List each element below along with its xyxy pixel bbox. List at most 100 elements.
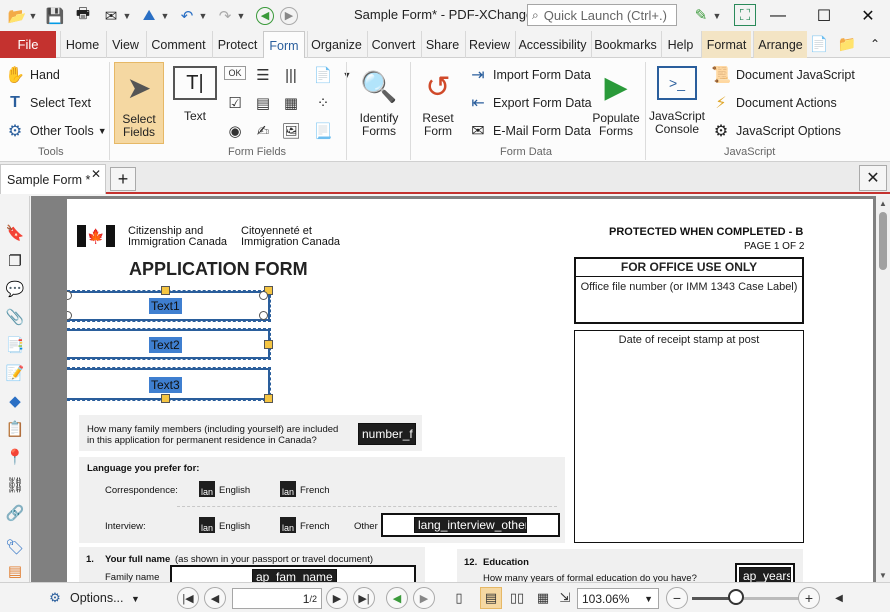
page-number-input[interactable]: 1 / 2 [232,588,322,609]
date-field-icon[interactable]: ▦ [280,92,302,114]
radio-button-icon[interactable]: ◉ [224,120,246,142]
fullscreen-icon[interactable]: ⛶ [734,4,756,26]
reset-form-button[interactable]: ↺ Reset Form [414,66,462,138]
continuous-page-icon[interactable]: ▤ [480,587,502,609]
folder-star-icon[interactable]: 📁 [836,33,858,55]
form-tools-icon[interactable]: 📄 [808,33,830,55]
tab-accessibility[interactable]: Accessibility [515,31,589,58]
links-icon[interactable]: 🔗 [4,502,26,524]
list-box-icon[interactable]: ☰ [252,64,274,86]
comments-icon[interactable]: 💬 [4,278,26,300]
tab-convert[interactable]: Convert [367,31,419,58]
text-field-2[interactable]: Text2 [67,328,271,360]
continuous-facing-icon[interactable]: ▦ [532,587,554,609]
destinations-icon[interactable]: 📍 [4,446,26,468]
previous-page-button[interactable]: ◀ [204,587,226,609]
tab-bookmarks[interactable]: Bookmarks [591,31,659,58]
button-field-icon[interactable]: OK [224,66,246,80]
family-name-field[interactable]: ap_fam_name [252,569,337,582]
fields-icon[interactable]: 📑 [4,334,26,356]
email-form-data-button[interactable]: ✉ E-Mail Form Data [467,120,591,142]
identify-forms-button[interactable]: 🔍 Identify Forms [352,66,406,138]
tab-file[interactable]: File [0,31,56,58]
tab-share[interactable]: Share [421,31,463,58]
zoom-slider-knob[interactable] [728,589,744,605]
other-tools-button[interactable]: ⚙ Other Tools ▼ [4,120,107,142]
forward-icon[interactable]: ▶ [413,587,435,609]
document-javascript-button[interactable]: 📜 Document JavaScript [710,64,855,86]
select-text-button[interactable]: T Select Text [4,92,91,114]
pages-icon[interactable]: ❐ [4,250,26,272]
tab-home[interactable]: Home [60,31,104,58]
barcode-icon[interactable]: ||| [280,64,302,86]
resize-handle[interactable] [161,286,170,295]
options-button[interactable]: Options... ▼ [70,591,140,605]
zoom-out-button[interactable]: − [666,587,688,609]
stamps-icon[interactable]: 🏷 [4,536,26,558]
populate-forms-button[interactable]: ▶ Populate Forms [590,66,642,138]
minimize-button[interactable]: — [755,0,801,31]
interview-english-checkbox[interactable]: lan [199,517,215,533]
close-button[interactable]: ✕ [845,0,890,31]
text-field-1[interactable]: Text1 [67,290,271,322]
interview-french-checkbox[interactable]: lan [280,517,296,533]
collapse-ribbon-icon[interactable]: ⌃ [864,33,886,55]
combo-box-icon[interactable]: ▤ [252,92,274,114]
document-tab[interactable]: Sample Form * ✕ [0,164,106,194]
checkbox-icon[interactable]: ☑ [224,92,246,114]
last-page-button[interactable]: ▶| [353,587,375,609]
correspondence-french-checkbox[interactable]: lan [280,481,296,497]
undo-icon[interactable]: ↶ [176,5,198,27]
scrollbar-thumb[interactable] [879,212,887,270]
document-viewport[interactable]: 🍁 Citizenship and Immigration Canada Cit… [31,196,876,582]
redo-icon[interactable]: ↷ [214,5,236,27]
javascript-options-button[interactable]: ⚙ JavaScript Options [710,120,841,142]
facing-pages-icon[interactable]: ▯▯ [506,587,528,609]
resize-handle[interactable] [161,394,170,403]
gear-icon[interactable]: ⚙ [44,587,66,609]
tab-comment[interactable]: Comment [146,31,210,58]
chevron-down-icon[interactable]: ▼ [28,11,38,21]
customize-icon[interactable]: ✎ [690,4,712,26]
zoom-input[interactable]: 103.06% ▼ [577,588,659,609]
save-icon[interactable]: 💾 [44,5,66,27]
print-icon[interactable]: 🖶 [72,5,94,27]
tab-form[interactable]: Form [263,31,305,59]
forward-icon[interactable]: ▶ [280,6,298,25]
select-fields-button[interactable]: ➤ Select Fields [114,62,164,144]
zoom-in-button[interactable]: + [798,587,820,609]
field-resize-handle[interactable] [259,311,268,320]
vertical-scrollbar[interactable]: ▲ ▼ [876,196,890,582]
chevron-down-icon[interactable]: ▼ [122,11,132,21]
lang-interview-other-field[interactable]: lang_interview_other [414,517,527,533]
signature-field-icon[interactable]: ✍ [252,120,274,142]
form-list-icon[interactable]: 📄 [312,64,334,86]
back-icon[interactable]: ◀ [256,6,274,25]
field-properties-icon[interactable]: 📃 [312,120,334,142]
chevron-down-icon[interactable]: ▼ [198,11,208,21]
close-document-button[interactable]: ✕ [859,165,887,191]
tags-icon[interactable]: ⛓ [4,474,26,496]
resize-handle[interactable] [264,394,273,403]
close-tab-icon[interactable]: ✕ [91,167,101,181]
content-icon[interactable]: 📋 [4,418,26,440]
attachments-icon[interactable]: 📎 [4,306,26,328]
fit-page-icon[interactable]: ⇲ [554,587,576,609]
chevron-down-icon[interactable]: ▼ [712,11,722,21]
back-icon[interactable]: ◀ [386,587,408,609]
correspondence-english-checkbox[interactable]: lan [199,481,215,497]
structure-icon[interactable]: ▤ [4,560,26,582]
new-tab-button[interactable]: + [110,167,136,191]
next-page-button[interactable]: ▶ [326,587,348,609]
tab-view[interactable]: View [106,31,144,58]
chevron-down-icon[interactable]: ▼ [236,11,246,21]
scroll-up-icon[interactable]: ▲ [876,196,890,210]
tab-format[interactable]: Format [701,31,751,58]
tab-order-icon[interactable]: ⁘ [312,92,334,114]
status-menu-icon[interactable]: ◀ [828,587,850,609]
single-page-icon[interactable]: ▯ [448,587,470,609]
tab-help[interactable]: Help [661,31,699,58]
layers-icon[interactable]: ◆ [4,390,26,412]
first-page-button[interactable]: |◀ [177,587,199,609]
tab-protect[interactable]: Protect [212,31,262,58]
